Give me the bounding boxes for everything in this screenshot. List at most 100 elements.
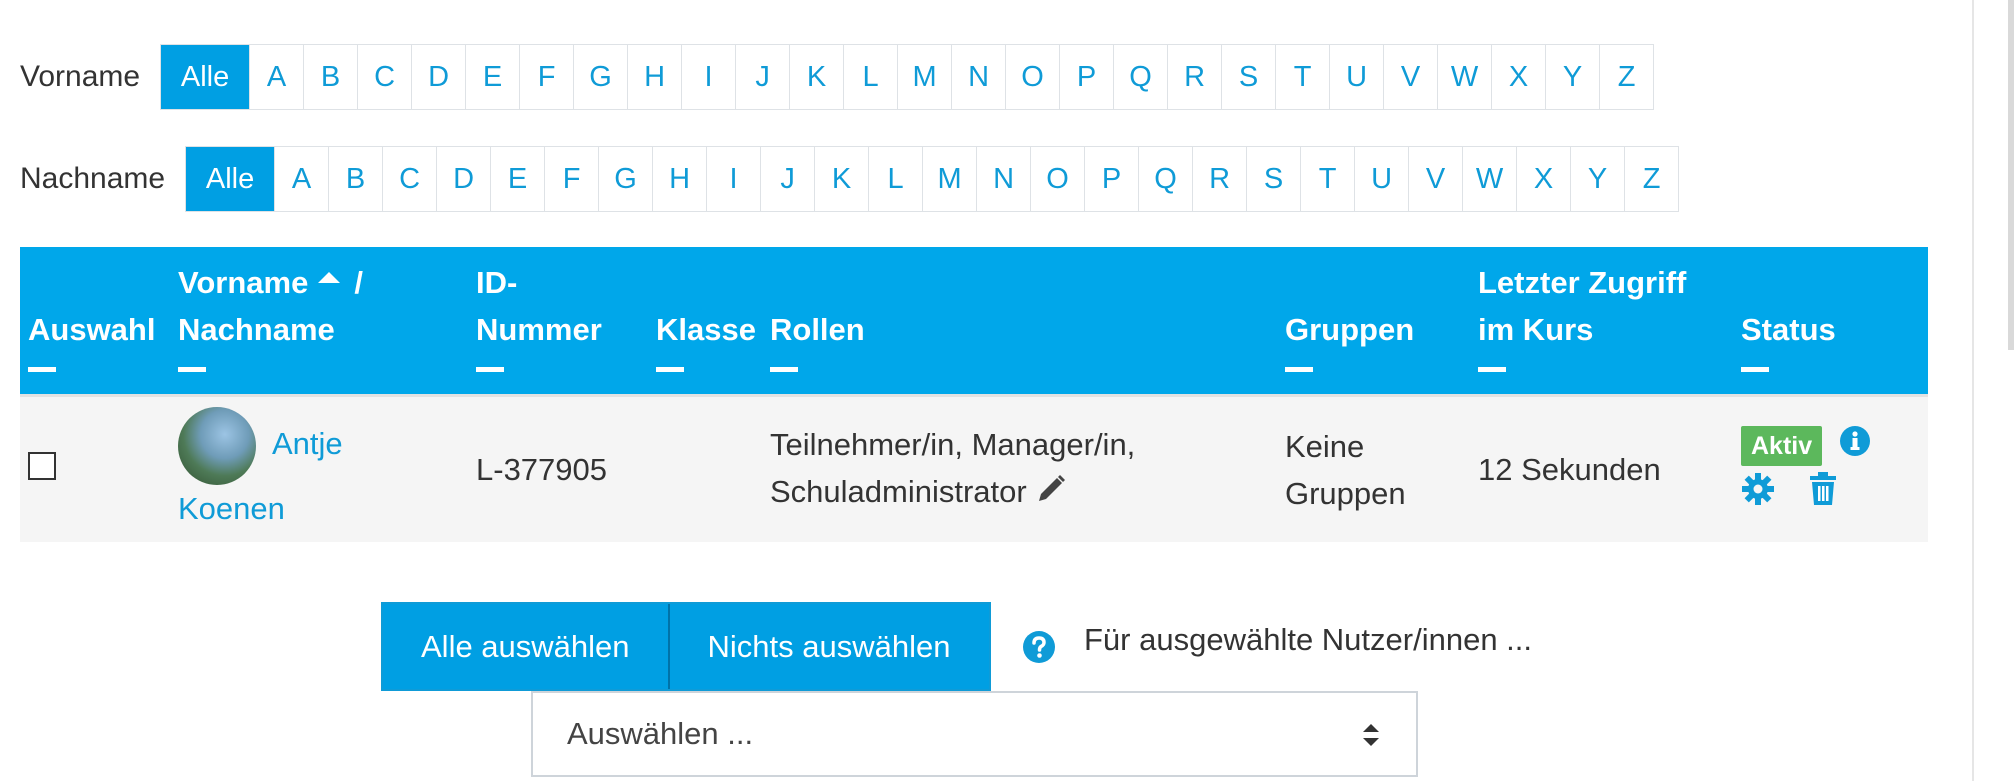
collapse-lastaccess-column[interactable] [1478, 367, 1506, 372]
firstname-filter-letter-b[interactable]: B [303, 45, 357, 109]
firstname-filter: Vorname Alle ABCDEFGHIJKLMNOPQRSTUVWXYZ [20, 44, 1655, 110]
lastname-filter-letter-s[interactable]: S [1246, 147, 1300, 211]
collapse-idnumber-column[interactable] [476, 367, 504, 372]
lastname-filter-letter-j[interactable]: J [760, 147, 814, 211]
firstname-filter-letter-g[interactable]: G [573, 45, 627, 109]
lastname-filter-letter-p[interactable]: P [1084, 147, 1138, 211]
lastname-filter-letter-a[interactable]: A [274, 147, 328, 211]
user-last-name: Koenen [178, 491, 285, 526]
lastname-filter-letter-r[interactable]: R [1192, 147, 1246, 211]
lastname-filter-letter-o[interactable]: O [1030, 147, 1084, 211]
select-none-button[interactable]: Nichts auswählen [667, 604, 989, 689]
row-roles-cell: Teilnehmer/in, Manager/in, Schuladminist… [762, 394, 1277, 542]
firstname-filter-letter-p[interactable]: P [1059, 45, 1113, 109]
sort-lastaccess-link[interactable]: Letzter Zugriff im Kurs [1478, 265, 1686, 347]
firstname-filter-letter-i[interactable]: I [681, 45, 735, 109]
firstname-filter-letter-j[interactable]: J [735, 45, 789, 109]
lastname-filter-letter-y[interactable]: Y [1570, 147, 1624, 211]
col-roles-label: Rollen [770, 312, 865, 347]
lastname-filter-letter-d[interactable]: D [436, 147, 490, 211]
firstname-filter-letter-t[interactable]: T [1275, 45, 1329, 109]
firstname-filter-letter-r[interactable]: R [1167, 45, 1221, 109]
trash-icon[interactable] [1808, 471, 1838, 519]
firstname-filter-letter-q[interactable]: Q [1113, 45, 1167, 109]
sort-lastname-link[interactable]: Nachname [178, 312, 335, 347]
roles-line1: Teilnehmer/in, Manager/in, [770, 427, 1136, 463]
lastname-filter-letter-h[interactable]: H [652, 147, 706, 211]
col-id-line1: ID- [476, 265, 518, 300]
scrollbar-thumb[interactable] [2008, 0, 2014, 350]
lastname-filter-letter-k[interactable]: K [814, 147, 868, 211]
lastname-filter-all[interactable]: Alle [186, 147, 275, 211]
row-checkbox[interactable] [28, 452, 56, 480]
collapse-status-column[interactable] [1741, 367, 1769, 372]
groups-line1: Keine [1285, 428, 1365, 464]
lastname-filter-letter-t[interactable]: T [1300, 147, 1354, 211]
collapse-groups-column[interactable] [1285, 367, 1313, 372]
firstname-filter-letter-m[interactable]: M [897, 45, 951, 109]
lastname-filter-letter-b[interactable]: B [328, 147, 382, 211]
row-name-cell: Antje Koenen [170, 394, 468, 542]
lastname-filter-letter-m[interactable]: M [922, 147, 976, 211]
lastname-filter-letter-q[interactable]: Q [1138, 147, 1192, 211]
firstname-filter-letter-h[interactable]: H [627, 45, 681, 109]
lastname-filter-letter-u[interactable]: U [1354, 147, 1408, 211]
col-select-label: Auswahl [28, 312, 156, 347]
firstname-filter-letter-d[interactable]: D [411, 45, 465, 109]
lastname-filter-letter-f[interactable]: F [544, 147, 598, 211]
collapse-klasse-column[interactable] [656, 367, 684, 372]
firstname-filter-letter-c[interactable]: C [357, 45, 411, 109]
firstname-filter-letter-y[interactable]: Y [1545, 45, 1599, 109]
col-klasse: Klasse [648, 247, 762, 396]
sort-idnumber-link[interactable]: ID- Nummer [476, 265, 602, 347]
lastname-filter-letter-z[interactable]: Z [1624, 147, 1678, 211]
lastname-filter-letter-c[interactable]: C [382, 147, 436, 211]
avatar[interactable] [178, 407, 256, 485]
sort-klasse-link[interactable]: Klasse [656, 312, 756, 347]
row-select-cell [20, 394, 170, 542]
row-klasse-cell [648, 394, 762, 542]
firstname-filter-letter-z[interactable]: Z [1599, 45, 1653, 109]
lastname-filter-letter-i[interactable]: I [706, 147, 760, 211]
user-first-name: Antje [272, 426, 343, 462]
firstname-filter-letter-s[interactable]: S [1221, 45, 1275, 109]
lastname-filter-letter-w[interactable]: W [1462, 147, 1516, 211]
firstname-filter-letter-o[interactable]: O [1005, 45, 1059, 109]
bulk-action-select[interactable]: Auswählen ... [531, 691, 1418, 777]
groups-line2: Gruppen [1285, 475, 1406, 511]
firstname-filter-letter-x[interactable]: X [1491, 45, 1545, 109]
lastname-filter-letter-v[interactable]: V [1408, 147, 1462, 211]
firstname-filter-letter-w[interactable]: W [1437, 45, 1491, 109]
col-groups-label: Gruppen [1285, 312, 1415, 347]
sort-firstname-link[interactable]: Vorname [178, 265, 308, 300]
status-badge: Aktiv [1741, 426, 1823, 467]
firstname-filter-all[interactable]: Alle [161, 45, 250, 109]
firstname-filter-letter-k[interactable]: K [789, 45, 843, 109]
lastname-filter-letter-g[interactable]: G [598, 147, 652, 211]
name-slash: / [354, 265, 363, 300]
firstname-filter-letter-n[interactable]: N [951, 45, 1005, 109]
firstname-filter-letter-f[interactable]: F [519, 45, 573, 109]
gear-icon[interactable] [1741, 472, 1775, 519]
lastname-filter-letter-n[interactable]: N [976, 147, 1030, 211]
firstname-filter-letter-u[interactable]: U [1329, 45, 1383, 109]
participants-table: Auswahl Vorname / Nachname ID- Nummer Klas… [20, 247, 1928, 542]
select-all-button[interactable]: Alle auswählen [383, 604, 668, 689]
collapse-name-column[interactable] [178, 367, 206, 372]
lastname-filter-letter-l[interactable]: L [868, 147, 922, 211]
lastname-filter-letter-e[interactable]: E [490, 147, 544, 211]
lastname-filter-label: Nachname [20, 162, 166, 195]
firstname-filter-letter-v[interactable]: V [1383, 45, 1437, 109]
col-select: Auswahl [20, 247, 170, 396]
pencil-icon[interactable] [1035, 471, 1067, 518]
info-icon[interactable] [1839, 423, 1871, 470]
collapse-roles-column[interactable] [770, 367, 798, 372]
firstname-filter-letter-l[interactable]: L [843, 45, 897, 109]
help-icon[interactable] [1022, 630, 1056, 669]
col-name: Vorname / Nachname [170, 247, 468, 396]
firstname-filter-letter-e[interactable]: E [465, 45, 519, 109]
collapse-select-column[interactable] [28, 367, 56, 372]
lastname-filter-letter-x[interactable]: X [1516, 147, 1570, 211]
firstname-filter-letter-a[interactable]: A [249, 45, 303, 109]
firstname-letter-bar: Alle ABCDEFGHIJKLMNOPQRSTUVWXYZ [160, 44, 1655, 110]
